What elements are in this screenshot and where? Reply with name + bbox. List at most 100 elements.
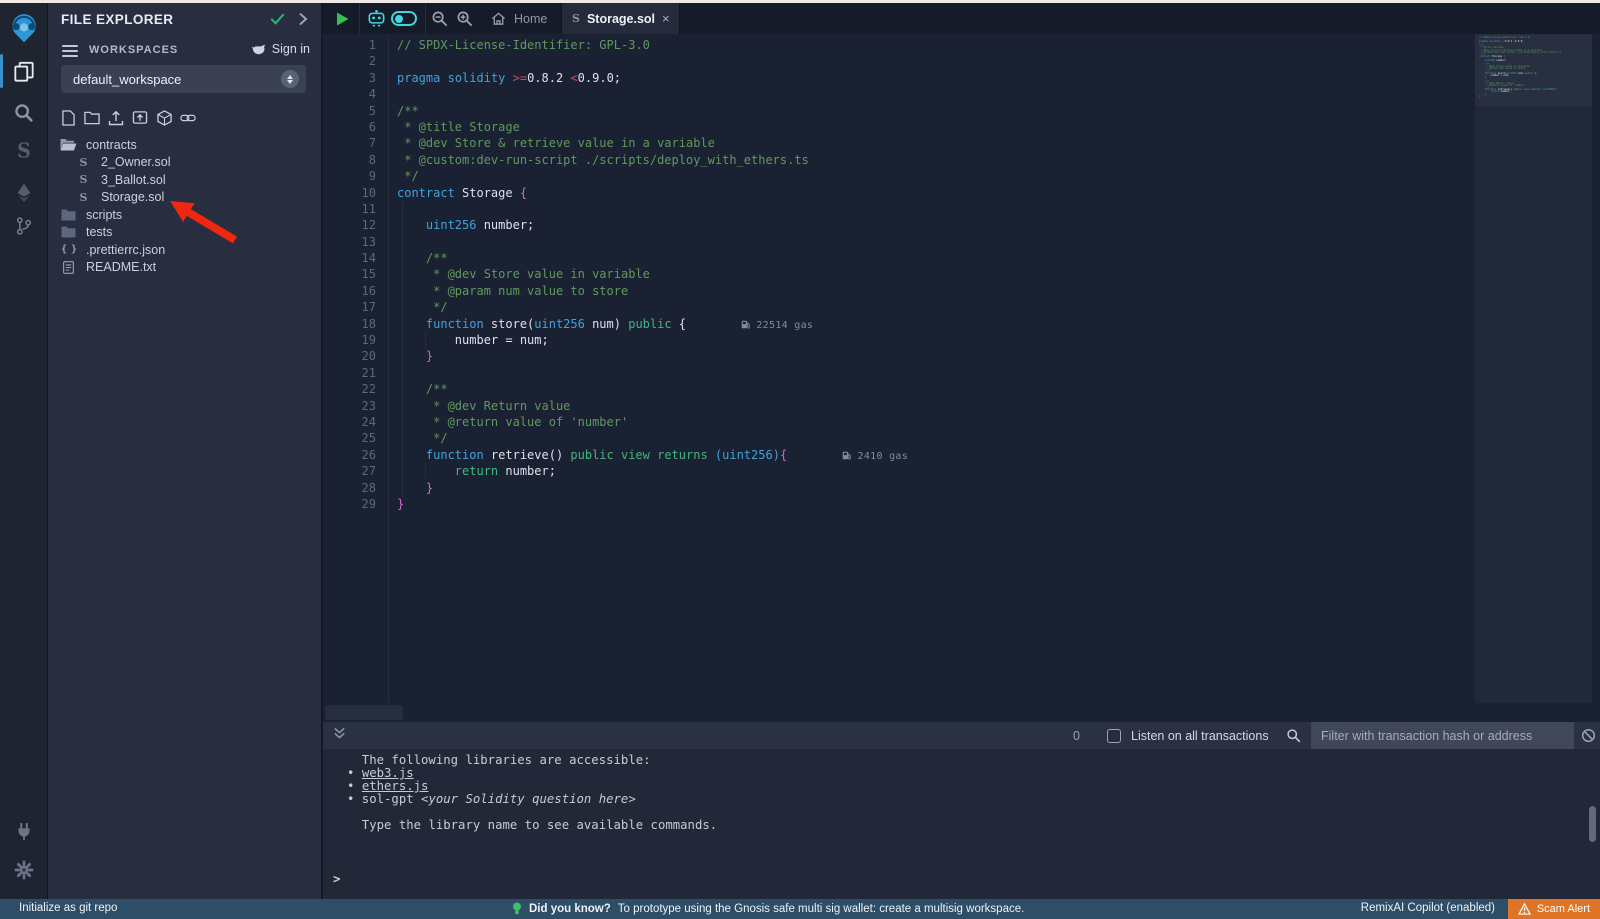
new-folder-icon[interactable] [84,109,100,126]
remix-logo [8,12,40,44]
folder-icon [60,226,77,238]
link-icon[interactable] [180,109,196,126]
sidebar-item-git[interactable] [0,215,48,237]
terminal-link[interactable]: web3.js [362,766,414,780]
horizontal-scrollbar-thumb[interactable] [325,705,403,720]
workspace-dropdown-stepper-icon[interactable] [281,70,299,88]
code-line-8[interactable]: 8 * @custom:dev-run-script ./scripts/dep… [323,152,908,168]
terminal-search-icon[interactable] [1286,728,1301,748]
tree-item-label: Storage.sol [101,190,164,204]
editor-minimap[interactable]: // SPDX-License-Identifier: GPL-3.0pragm… [1475,34,1592,703]
listen-all-transactions-checkbox[interactable] [1107,729,1121,743]
code-line-16[interactable]: 16 * @param num value to store [323,283,908,299]
sidebar-item-plugin-manager[interactable] [0,821,48,843]
code-line-20[interactable]: 20 } [323,348,908,364]
terminal-line-4: • sol-gpt <your Solidity question here> [347,793,717,806]
upload-file-icon[interactable] [108,109,124,126]
tree-item-label: 3_Ballot.sol [101,173,166,187]
line-number: 3 [323,70,376,86]
tree-item-readme-txt[interactable]: README.txt [48,259,323,277]
code-editor[interactable]: 1// SPDX-License-Identifier: GPL-3.023pr… [323,34,1600,722]
code-line-22[interactable]: 22 /** [323,381,908,397]
tree-item-3-ballot-sol[interactable]: S3_Ballot.sol [48,171,323,189]
terminal-collapse-icon[interactable] [333,726,346,745]
upload-folder-icon[interactable] [132,109,148,126]
init-git-repo-button[interactable]: Initialize as git repo [19,902,117,914]
code-line-27[interactable]: 27 return number; [323,463,908,479]
code-lines: 1// SPDX-License-Identifier: GPL-3.023pr… [323,37,908,512]
code-line-17[interactable]: 17 */ [323,299,908,315]
terminal-output[interactable]: The following libraries are accessible:•… [323,749,1600,902]
zoom-in-icon[interactable] [456,10,473,32]
code-line-15[interactable]: 15 * @dev Store value in variable [323,266,908,282]
clear-filter-icon[interactable] [1581,728,1596,748]
code-line-12[interactable]: 12 uint256 number; [323,217,908,233]
panel-collapse-chevron-icon[interactable] [298,12,308,31]
remix-logo-icon[interactable] [0,12,48,44]
sidebar-item-solidity-compiler[interactable]: S [0,140,48,162]
code-line-19[interactable]: 19 number = num; [323,332,908,348]
new-file-icon[interactable] [60,109,76,126]
code-line-18[interactable]: 18 function store(uint256 num) public { … [323,316,908,332]
remix-ai-robot-icon[interactable] [367,9,386,33]
code-line-11[interactable]: 11 [323,201,908,217]
line-number: 1 [323,37,376,53]
terminal-scrollbar-thumb[interactable] [1589,806,1596,842]
listen-all-transactions-label[interactable]: Listen on all transactions [1131,729,1269,743]
code-line-1[interactable]: 1// SPDX-License-Identifier: GPL-3.0 [323,37,908,53]
tree-item-storage-sol[interactable]: SStorage.sol [48,189,323,207]
zoom-out-icon[interactable] [431,10,448,32]
code-line-26[interactable]: 26 function retrieve() public view retur… [323,447,908,463]
terminal-prompt[interactable]: > [333,873,340,886]
tree-item-2-owner-sol[interactable]: S2_Owner.sol [48,154,323,172]
search-icon [13,102,35,124]
sign-in-button[interactable]: Sign in [251,42,310,56]
code-line-13[interactable]: 13 [323,234,908,250]
tab-storage-sol[interactable]: S Storage.sol × [561,3,680,34]
code-line-10[interactable]: 10contract Storage { [323,185,908,201]
code-line-21[interactable]: 21 [323,365,908,381]
code-line-7[interactable]: 7 * @dev Store & retrieve value in a var… [323,135,908,151]
terminal-lines: The following libraries are accessible:•… [347,754,717,832]
transaction-filter-input[interactable] [1311,722,1574,749]
tree-item-scripts[interactable]: scripts [48,206,323,224]
sidebar-item-deploy-run[interactable] [0,182,48,204]
workspaces-menu-icon[interactable] [62,45,78,57]
scam-alert-button[interactable]: Scam Alert [1508,899,1600,919]
tree-item-contracts[interactable]: contracts [48,136,323,154]
folder-open-icon [60,138,77,151]
line-number: 5 [323,103,376,119]
tree-item-label: scripts [86,208,122,222]
line-number: 8 [323,152,376,168]
copilot-toggle[interactable] [391,11,417,26]
code-line-4[interactable]: 4 [323,86,908,102]
sidebar-item-file-explorer[interactable] [0,59,48,85]
terminal-link[interactable]: ethers.js [362,779,429,793]
copilot-status[interactable]: RemixAI Copilot (enabled) [1361,902,1495,914]
tab-home[interactable]: Home [481,3,557,34]
close-tab-icon[interactable]: × [662,12,670,25]
code-line-2[interactable]: 2 [323,53,908,69]
code-line-6[interactable]: 6 * @title Storage [323,119,908,135]
code-line-5[interactable]: 5/** [323,103,908,119]
code-line-24[interactable]: 24 * @return value of 'number' [323,414,908,430]
workspaces-label: WORKSPACES [89,44,178,56]
code-line-3[interactable]: 3pragma solidity >=0.8.2 <0.9.0; [323,70,908,86]
compile-success-check-icon [270,12,285,31]
code-line-9[interactable]: 9 */ [323,168,908,184]
line-number: 27 [323,463,376,479]
sidebar-item-search[interactable] [0,102,48,124]
run-script-button[interactable] [335,11,351,27]
ipfs-cube-icon[interactable] [156,109,172,126]
tree-item-label: tests [86,225,112,239]
code-line-14[interactable]: 14 /** [323,250,908,266]
code-line-29[interactable]: 29} [323,496,908,512]
tree-item--prettierrc-json[interactable]: { }.prettierrc.json [48,241,323,259]
line-number: 11 [323,201,376,217]
code-line-23[interactable]: 23 * @dev Return value [323,398,908,414]
sidebar-item-settings[interactable] [0,859,48,881]
tree-item-tests[interactable]: tests [48,224,323,242]
code-line-28[interactable]: 28 } [323,480,908,496]
code-line-25[interactable]: 25 */ [323,430,908,446]
workspace-selector[interactable]: default_workspace [61,65,306,93]
